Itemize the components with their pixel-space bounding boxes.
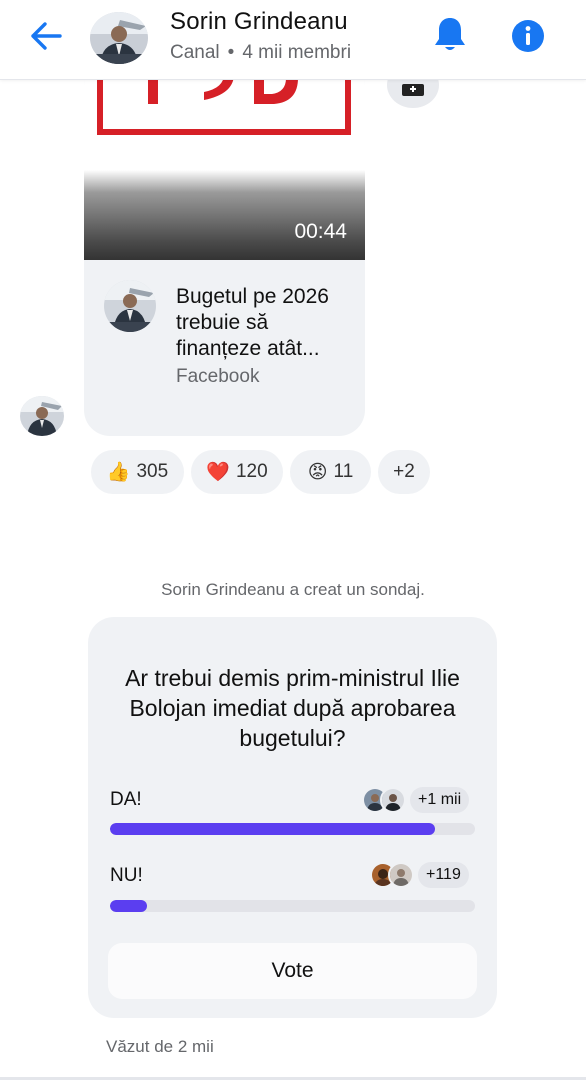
shared-post-card[interactable]: 00:44 Bugetul pe 2026 trebuie să finanțe… — [84, 60, 365, 436]
link-preview-avatar — [104, 280, 156, 332]
chat-header: Sorin Grindeanu Canal • 4 mii membri — [0, 0, 586, 80]
poll-card: Ar trebui demis prim-ministrul Ilie Bolo… — [88, 617, 497, 1018]
reaction-love[interactable]: ❤️ 120 — [191, 450, 283, 494]
thumbs-up-icon: 👍 — [106, 461, 131, 483]
poll-option-bar — [110, 823, 475, 835]
video-duration: 00:44 — [294, 220, 347, 243]
poll-option-voters[interactable]: +119 — [370, 862, 469, 888]
bell-icon — [435, 18, 465, 50]
channel-avatar[interactable] — [90, 12, 148, 64]
video-gradient — [84, 170, 365, 260]
vote-button[interactable]: Vote — [108, 943, 477, 999]
channel-subtitle: Canal • 4 mii membri — [170, 42, 351, 64]
seen-by-count: Văzut de 2 mii — [106, 1037, 214, 1056]
poll-option-bar — [110, 900, 475, 912]
reaction-angry[interactable]: 😡 11 — [290, 450, 371, 494]
poll-question: Ar trebui demis prim-ministrul Ilie Bolo… — [125, 665, 460, 751]
link-preview-title[interactable]: Bugetul pe 2026 trebuie să finanțeze atâ… — [176, 284, 356, 362]
channel-type: Canal — [170, 42, 220, 63]
info-button[interactable] — [508, 16, 548, 56]
heart-icon: ❤️ — [206, 461, 230, 483]
poll-option-voters[interactable]: +1 mii — [362, 787, 470, 813]
vote-count: +119 — [418, 862, 469, 888]
voter-avatar — [388, 862, 414, 888]
video-thumbnail[interactable]: 00:44 — [84, 60, 365, 260]
reaction-more[interactable]: +2 — [378, 450, 430, 494]
poll-created-notice: Sorin Grindeanu a creat un sondaj. — [161, 580, 425, 599]
channel-title[interactable]: Sorin Grindeanu — [170, 8, 348, 36]
voter-avatar — [380, 787, 406, 813]
poll-option-bar-fill — [110, 900, 147, 912]
reaction-count: +2 — [393, 461, 415, 482]
reaction-count: 305 — [136, 461, 169, 482]
poll-option-label[interactable]: DA! — [110, 789, 142, 811]
back-button[interactable] — [24, 16, 68, 56]
info-icon — [512, 20, 544, 52]
poll-option-label[interactable]: NU! — [110, 865, 143, 887]
arrow-left-icon — [31, 22, 62, 50]
vote-count: +1 mii — [410, 787, 470, 813]
poll-option-bar-fill — [110, 823, 435, 835]
sender-avatar[interactable] — [20, 396, 64, 436]
angry-face-icon: 😡 — [307, 461, 328, 483]
link-preview-source: Facebook — [176, 366, 260, 387]
reaction-count: 120 — [235, 461, 268, 482]
reaction-count: 11 — [333, 461, 354, 482]
reaction-like[interactable]: 👍 305 — [91, 450, 184, 494]
member-count: 4 mii membri — [242, 42, 352, 63]
subtitle-separator: • — [227, 42, 235, 63]
notifications-button[interactable] — [430, 14, 470, 56]
